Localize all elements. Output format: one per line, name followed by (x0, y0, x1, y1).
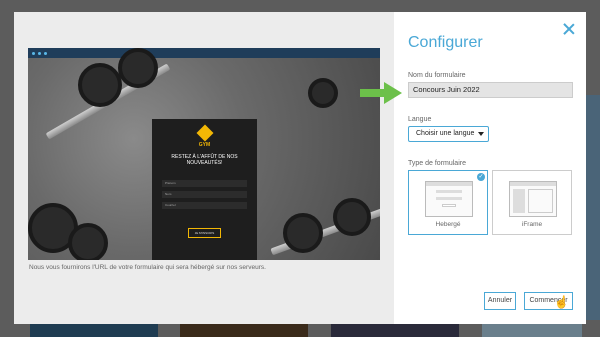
browser-bar (28, 48, 380, 58)
check-icon: ✓ (477, 173, 485, 181)
iframe-thumbnail (509, 181, 557, 217)
form-name-label: Nom du formulaire (408, 72, 466, 79)
type-option-label: Hebergé (435, 221, 461, 228)
weight-plate (333, 198, 371, 236)
form-type-label: Type de formulaire (408, 160, 466, 167)
type-option-hosted[interactable]: ✓ Hebergé (408, 170, 488, 235)
form-field-last-name: Nom (162, 191, 247, 198)
form-submit-button: JE M'INSCRIS (187, 228, 222, 238)
background-card (331, 322, 459, 337)
window-dot (38, 51, 41, 55)
background-card (180, 322, 308, 337)
gym-brand: GYM (198, 142, 211, 148)
gym-logo-icon (196, 124, 213, 142)
language-select[interactable]: Choisir une langue (408, 126, 489, 142)
weight-plate (68, 223, 108, 260)
arrow-right-icon (360, 82, 402, 104)
configure-panel: Configurer Nom du formulaire Concours Ju… (394, 12, 586, 324)
weight-plate (118, 48, 158, 88)
weight-plate (78, 63, 122, 107)
language-select-value: Choisir une langue (416, 130, 475, 137)
form-preview: GYM RESTEZ À L'AFFÛT DE NOS NOUVEAUTÉS! … (28, 48, 380, 260)
window-dot (32, 51, 35, 55)
pointer-cursor-icon: ☝ (554, 295, 569, 309)
panel-title: Configurer (408, 34, 483, 51)
weight-plate (283, 213, 323, 253)
form-field-first-name: Prénom (162, 180, 247, 187)
form-headline: RESTEZ À L'AFFÛT DE NOS NOUVEAUTÉS! (171, 154, 238, 166)
configure-modal: GYM RESTEZ À L'AFFÛT DE NOS NOUVEAUTÉS! … (14, 12, 586, 324)
hosted-form-thumbnail (425, 181, 473, 217)
form-name-input[interactable]: Concours Juin 2022 (408, 82, 573, 98)
signup-form-card: GYM RESTEZ À L'AFFÛT DE NOS NOUVEAUTÉS! … (152, 119, 257, 260)
language-label: Langue (408, 116, 432, 123)
weight-plate (308, 78, 338, 108)
close-icon[interactable] (562, 22, 576, 36)
background-card (30, 322, 158, 337)
chevron-down-icon (478, 132, 484, 136)
form-note (162, 216, 247, 220)
hosting-caption: Nous vous fournirons l'URL de votre form… (29, 264, 266, 271)
background-image-strip (586, 95, 600, 320)
background-card (482, 322, 582, 337)
window-dot (44, 51, 47, 55)
type-option-iframe[interactable]: iFrame (492, 170, 572, 235)
cancel-button[interactable]: Annuler (484, 292, 516, 310)
form-description (162, 172, 247, 176)
type-option-label: iFrame (521, 221, 543, 228)
form-field-email: Courriel (162, 202, 247, 209)
